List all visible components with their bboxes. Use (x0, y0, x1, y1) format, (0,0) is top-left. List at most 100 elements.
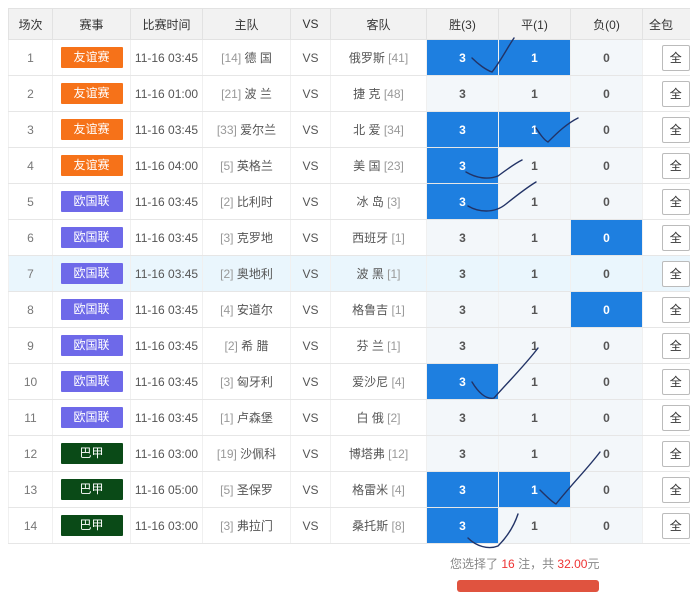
odds-lose-button[interactable]: 0 (571, 184, 643, 220)
odds-win-button[interactable]: 3 (427, 76, 499, 112)
odds-draw-button[interactable]: 1 (499, 436, 571, 472)
home-team[interactable]: 比利时 (237, 195, 273, 209)
odds-win-button[interactable]: 3 (427, 328, 499, 364)
league-badge[interactable]: 欧国联 (61, 407, 123, 428)
odds-win-button[interactable]: 3 (427, 184, 499, 220)
home-team[interactable]: 英格兰 (237, 159, 273, 173)
select-all-button[interactable]: 全 (662, 441, 690, 467)
odds-win-button[interactable]: 3 (427, 112, 499, 148)
odds-draw-button[interactable]: 1 (499, 328, 571, 364)
select-all-button[interactable]: 全 (662, 81, 690, 107)
league-badge[interactable]: 欧国联 (61, 263, 123, 284)
odds-lose-button[interactable]: 0 (571, 220, 643, 256)
league-badge[interactable]: 友谊赛 (61, 119, 123, 140)
odds-draw-button[interactable]: 1 (499, 292, 571, 328)
odds-lose-button[interactable]: 0 (571, 256, 643, 292)
away-team[interactable]: 北 爱 (353, 123, 380, 137)
away-team[interactable]: 格鲁吉 (352, 303, 388, 317)
odds-draw-button[interactable]: 1 (499, 40, 571, 76)
odds-draw-button[interactable]: 1 (499, 184, 571, 220)
away-team[interactable]: 芬 兰 (356, 339, 383, 353)
odds-lose-button[interactable]: 0 (571, 40, 643, 76)
odds-draw-button[interactable]: 1 (499, 400, 571, 436)
odds-win-button[interactable]: 3 (427, 508, 499, 544)
league-badge[interactable]: 友谊赛 (61, 155, 123, 176)
submit-button[interactable] (457, 580, 599, 592)
away-team[interactable]: 白 俄 (356, 411, 383, 425)
select-all-button[interactable]: 全 (662, 513, 690, 539)
odds-draw-button[interactable]: 1 (499, 364, 571, 400)
select-all-button[interactable]: 全 (662, 333, 690, 359)
select-all-button[interactable]: 全 (662, 189, 690, 215)
away-team[interactable]: 桑托斯 (352, 519, 388, 533)
odds-win-button[interactable]: 3 (427, 40, 499, 76)
odds-lose-button[interactable]: 0 (571, 472, 643, 508)
away-team[interactable]: 冰 岛 (356, 195, 383, 209)
home-team[interactable]: 弗拉门 (237, 519, 273, 533)
odds-lose-button[interactable]: 0 (571, 76, 643, 112)
league-badge[interactable]: 巴甲 (61, 479, 123, 500)
home-team[interactable]: 奥地利 (237, 267, 273, 281)
odds-win-button[interactable]: 3 (427, 148, 499, 184)
odds-win-button[interactable]: 3 (427, 256, 499, 292)
home-team[interactable]: 沙佩科 (240, 447, 276, 461)
odds-win-button[interactable]: 3 (427, 436, 499, 472)
odds-draw-button[interactable]: 1 (499, 256, 571, 292)
league-badge[interactable]: 欧国联 (61, 227, 123, 248)
odds-lose-button[interactable]: 0 (571, 508, 643, 544)
away-team[interactable]: 捷 克 (353, 87, 380, 101)
select-all-button[interactable]: 全 (662, 117, 690, 143)
odds-draw-button[interactable]: 1 (499, 220, 571, 256)
away-team[interactable]: 爱沙尼 (352, 375, 388, 389)
odds-lose-button[interactable]: 0 (571, 112, 643, 148)
select-all-button[interactable]: 全 (662, 369, 690, 395)
home-team[interactable]: 匈牙利 (237, 375, 273, 389)
odds-lose-button[interactable]: 0 (571, 328, 643, 364)
league-badge[interactable]: 欧国联 (61, 371, 123, 392)
odds-lose-button[interactable]: 0 (571, 400, 643, 436)
league-badge[interactable]: 欧国联 (61, 335, 123, 356)
match-time: 11-16 03:45 (131, 40, 203, 76)
odds-win-button[interactable]: 3 (427, 292, 499, 328)
home-team[interactable]: 圣保罗 (237, 483, 273, 497)
away-team[interactable]: 西班牙 (352, 231, 388, 245)
league-badge[interactable]: 友谊赛 (61, 47, 123, 68)
odds-win-button[interactable]: 3 (427, 400, 499, 436)
away-team[interactable]: 美 国 (353, 159, 380, 173)
select-all-button[interactable]: 全 (662, 405, 690, 431)
home-team[interactable]: 卢森堡 (237, 411, 273, 425)
home-team[interactable]: 德 国 (245, 51, 272, 65)
home-team[interactable]: 波 兰 (245, 87, 272, 101)
league-badge[interactable]: 欧国联 (61, 299, 123, 320)
odds-lose-button[interactable]: 0 (571, 292, 643, 328)
league-badge[interactable]: 巴甲 (61, 515, 123, 536)
odds-win-button[interactable]: 3 (427, 364, 499, 400)
odds-lose-button[interactable]: 0 (571, 436, 643, 472)
select-all-button[interactable]: 全 (662, 45, 690, 71)
odds-draw-button[interactable]: 1 (499, 508, 571, 544)
odds-draw-button[interactable]: 1 (499, 472, 571, 508)
select-all-button[interactable]: 全 (662, 225, 690, 251)
home-team[interactable]: 爱尔兰 (240, 123, 276, 137)
odds-lose-button[interactable]: 0 (571, 364, 643, 400)
away-team[interactable]: 格雷米 (352, 483, 388, 497)
select-all-button[interactable]: 全 (662, 297, 690, 323)
odds-win-button[interactable]: 3 (427, 220, 499, 256)
away-team[interactable]: 波 黑 (356, 267, 383, 281)
league-badge[interactable]: 欧国联 (61, 191, 123, 212)
select-all-button[interactable]: 全 (662, 477, 690, 503)
home-team[interactable]: 希 腊 (241, 339, 268, 353)
league-badge[interactable]: 友谊赛 (61, 83, 123, 104)
away-team[interactable]: 博塔弗 (349, 447, 385, 461)
away-team[interactable]: 俄罗斯 (349, 51, 385, 65)
home-team[interactable]: 克罗地 (237, 231, 273, 245)
select-all-button[interactable]: 全 (662, 153, 690, 179)
odds-draw-button[interactable]: 1 (499, 148, 571, 184)
league-badge[interactable]: 巴甲 (61, 443, 123, 464)
odds-draw-button[interactable]: 1 (499, 76, 571, 112)
odds-lose-button[interactable]: 0 (571, 148, 643, 184)
odds-draw-button[interactable]: 1 (499, 112, 571, 148)
home-team[interactable]: 安道尔 (237, 303, 273, 317)
select-all-button[interactable]: 全 (662, 261, 690, 287)
odds-win-button[interactable]: 3 (427, 472, 499, 508)
